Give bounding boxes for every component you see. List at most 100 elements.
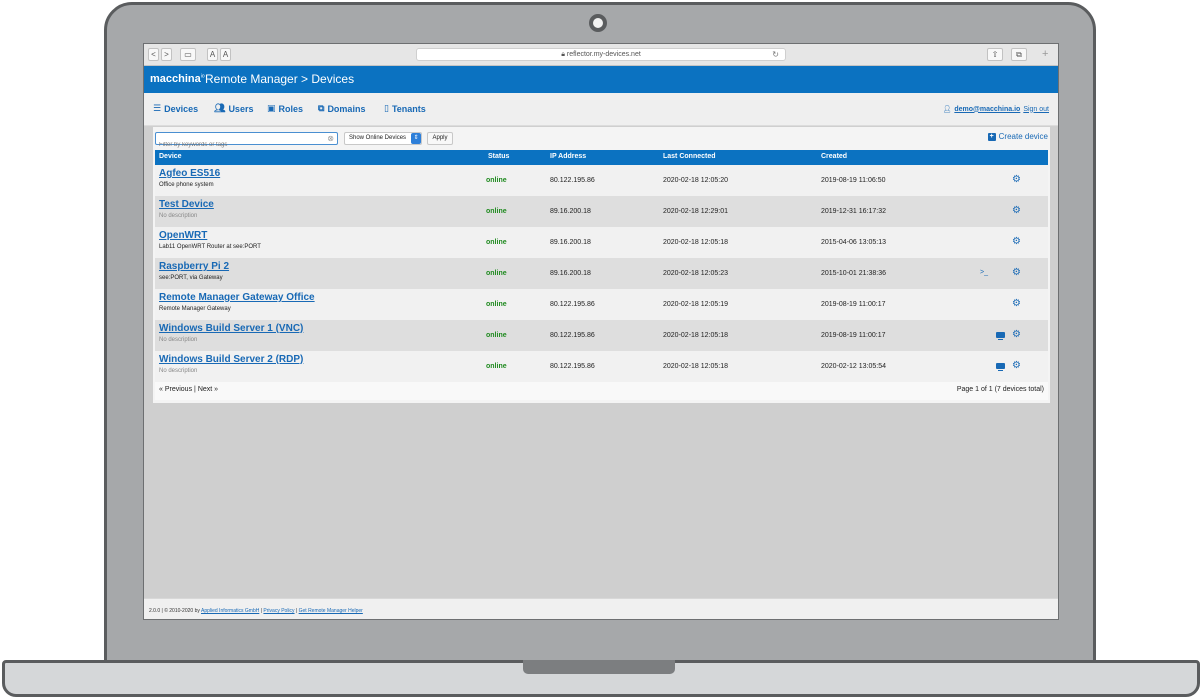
helper-link[interactable]: Get Remote Manager Helper [299, 608, 363, 614]
device-description: No description [159, 368, 198, 374]
logo-text: macchina [150, 73, 201, 85]
created-date: 2015-10-01 21:38:36 [821, 270, 886, 277]
device-description: Office phone system [159, 182, 214, 188]
table-row: Agfeo ES516 Office phone system online 8… [155, 165, 1048, 196]
devices-panel: ⊗ Show Online Devices ⇕ Apply + Create d… [153, 127, 1050, 403]
text-larger-button[interactable]: A [220, 48, 231, 61]
share-button[interactable]: ⇧ [987, 48, 1003, 61]
forward-button[interactable]: > [161, 48, 172, 61]
nav-devices-label: Devices [164, 103, 199, 114]
monitor-icon[interactable] [996, 332, 1005, 340]
nav-tenants[interactable]: ▯ Tenants [384, 103, 426, 114]
gear-icon[interactable]: ⚙ [1012, 205, 1021, 216]
header-status[interactable]: Status [488, 153, 509, 160]
create-device-label: Create device [998, 132, 1048, 141]
main-nav: ☰ Devices 👥︎ Users ▣ Roles ⧉ Domains ▯ T… [144, 93, 1058, 126]
user-icon: 👤︎ [942, 106, 952, 113]
online-filter-select[interactable]: Show Online Devices ⇕ [344, 132, 422, 145]
domains-icon: ⧉ [318, 103, 325, 113]
device-link[interactable]: Windows Build Server 2 (RDP) [159, 354, 303, 365]
page-total: Page 1 of 1 (7 devices total) [956, 386, 1044, 393]
nav-domains[interactable]: ⧉ Domains [318, 103, 365, 114]
laptop-notch [523, 660, 675, 674]
filter-input[interactable] [156, 139, 321, 151]
nav-domains-label: Domains [327, 103, 366, 114]
text-smaller-button[interactable]: A [207, 48, 218, 61]
device-link[interactable]: Remote Manager Gateway Office [159, 292, 315, 303]
privacy-link[interactable]: Privacy Policy [263, 608, 294, 614]
created-date: 2019-08-19 11:06:50 [821, 177, 886, 184]
status-badge: online [486, 208, 507, 215]
gear-icon[interactable]: ⚙ [1012, 329, 1021, 340]
table-header: Device Status IP Address Last Connected … [155, 150, 1048, 165]
user-box: 👤︎ demo@macchina.io Sign out [942, 105, 1049, 114]
next-link[interactable]: Next » [198, 386, 218, 393]
nav-roles[interactable]: ▣ Roles [267, 103, 303, 114]
header-created[interactable]: Created [821, 153, 847, 160]
device-description: Lab11 OpenWRT Router at see:PORT [159, 244, 261, 250]
status-badge: online [486, 332, 507, 339]
sidebar-toggle-button[interactable]: ▭ [180, 48, 196, 61]
clear-icon[interactable]: ⊗ [327, 133, 334, 144]
device-description: No description [159, 213, 198, 219]
tabs-button[interactable]: ⧉ [1011, 48, 1027, 61]
page-title: Remote Manager > Devices [205, 72, 355, 86]
device-link[interactable]: Windows Build Server 1 (VNC) [159, 323, 303, 334]
list-icon: ☰ [153, 103, 162, 113]
ip-address: 80.122.195.86 [550, 177, 595, 184]
last-connected: 2020-02-18 12:05:18 [663, 332, 728, 339]
online-filter-value: Show Online Devices [349, 135, 407, 141]
created-date: 2019-08-19 11:00:17 [821, 332, 886, 339]
status-badge: online [486, 239, 507, 246]
macchina-logo[interactable]: macchinaio [150, 73, 205, 85]
new-tab-icon[interactable]: + [1042, 48, 1048, 60]
nav-devices[interactable]: ☰ Devices [153, 103, 198, 114]
nav-tenants-label: Tenants [391, 103, 426, 114]
chevron-updown-icon: ⇕ [411, 133, 421, 144]
created-date: 2020-02-12 13:05:54 [821, 363, 886, 370]
sign-out-link[interactable]: Sign out [1023, 106, 1049, 113]
device-description: see:PORT, via Gateway [159, 275, 223, 281]
address-bar[interactable]: 🔒︎ reflector.my-devices.net ↻ [416, 48, 786, 61]
tenants-icon: ▯ [384, 103, 389, 113]
user-link[interactable]: demo@macchina.io [954, 106, 1020, 113]
last-connected: 2020-02-18 12:05:18 [663, 239, 728, 246]
plus-icon: + [987, 132, 996, 141]
gear-icon[interactable]: ⚙ [1012, 236, 1021, 247]
nav-users-label: Users [228, 103, 254, 114]
header-device[interactable]: Device [159, 153, 182, 160]
reload-icon[interactable]: ↻ [772, 49, 779, 61]
sidebar-icon: ▭ [184, 50, 192, 59]
gear-icon[interactable]: ⚙ [1012, 360, 1021, 371]
back-button[interactable]: < [148, 48, 159, 61]
last-connected: 2020-02-18 12:05:23 [663, 270, 728, 277]
company-link[interactable]: Applied Informatics GmbH [201, 608, 259, 614]
last-connected: 2020-02-18 12:29:01 [663, 208, 728, 215]
device-link[interactable]: Raspberry Pi 2 [159, 261, 229, 272]
monitor-icon[interactable] [996, 363, 1005, 371]
nav-users[interactable]: 👥︎ Users [214, 103, 253, 114]
create-device-button[interactable]: + Create device [987, 132, 1048, 141]
pager-links: « Previous | Next » [159, 386, 218, 393]
gear-icon[interactable]: ⚙ [1012, 267, 1021, 278]
device-link[interactable]: Agfeo ES516 [159, 168, 220, 179]
table-row: Test Device No description online 89.16.… [155, 196, 1048, 227]
device-link[interactable]: Test Device [159, 199, 214, 210]
previous-link[interactable]: « Previous [159, 386, 192, 393]
gear-icon[interactable]: ⚙ [1012, 298, 1021, 309]
last-connected: 2020-02-18 12:05:18 [663, 363, 728, 370]
header-last-connected[interactable]: Last Connected [663, 153, 716, 160]
gear-icon[interactable]: ⚙ [1012, 174, 1021, 185]
browser-toolbar: < > ▭ A A 🔒︎ reflector.my-devices.net ↻ … [144, 44, 1058, 66]
terminal-icon[interactable]: >_ [980, 269, 988, 276]
app-header: macchinaio Remote Manager > Devices [144, 66, 1058, 93]
pagination: « Previous | Next » Page 1 of 1 (7 devic… [155, 382, 1048, 400]
ip-address: 80.122.195.86 [550, 301, 595, 308]
device-link[interactable]: OpenWRT [159, 230, 207, 241]
apply-button[interactable]: Apply [427, 132, 453, 145]
table-row: Windows Build Server 2 (RDP) No descript… [155, 351, 1048, 382]
roles-icon: ▣ [267, 103, 276, 113]
header-ip[interactable]: IP Address [550, 153, 586, 160]
nav-roles-label: Roles [278, 103, 304, 114]
last-connected: 2020-02-18 12:05:20 [663, 177, 728, 184]
